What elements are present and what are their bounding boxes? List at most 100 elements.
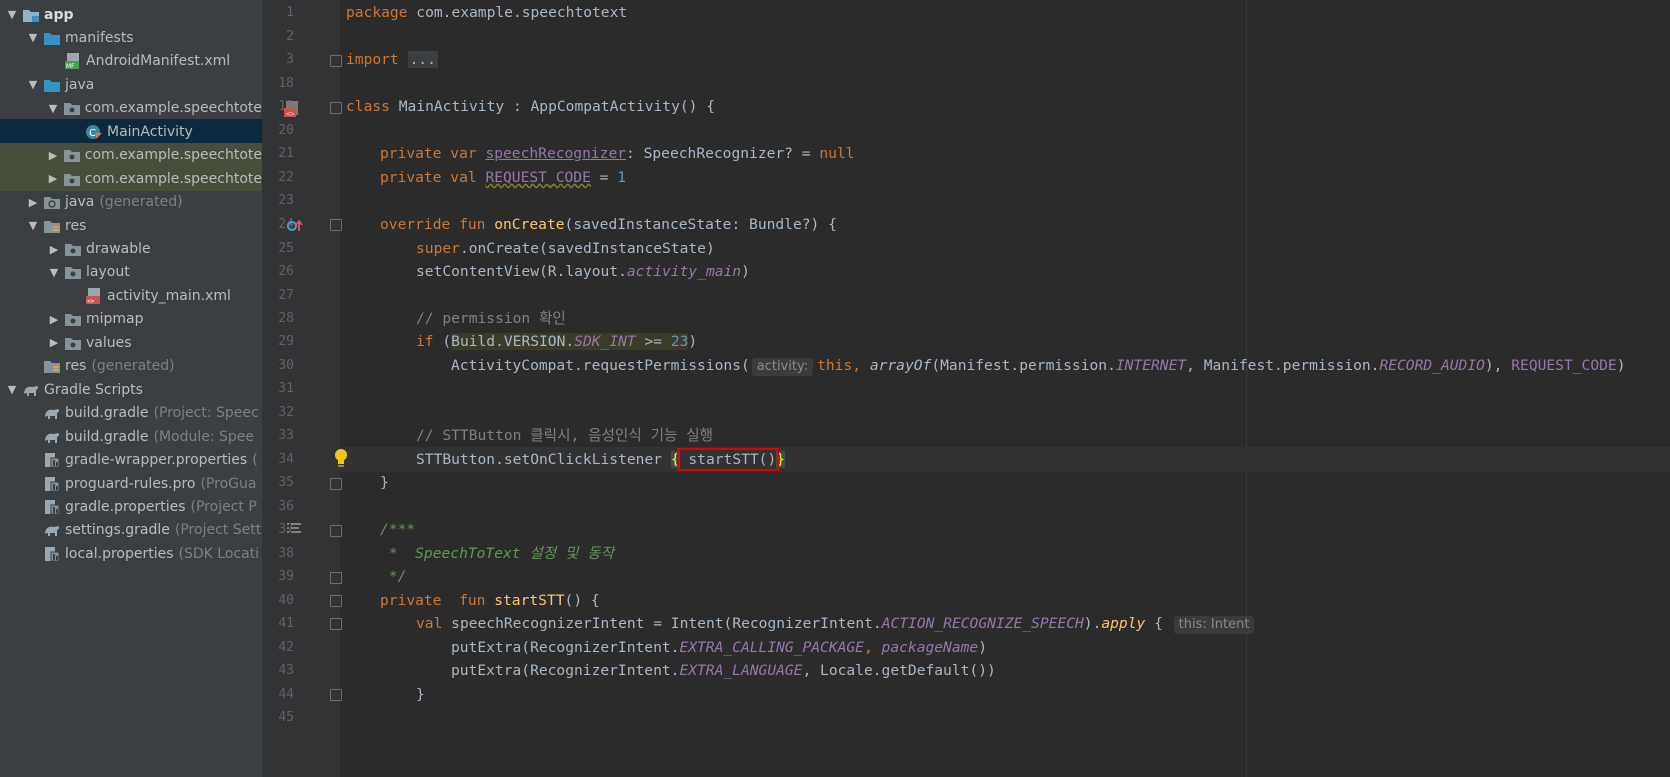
tree-item[interactable]: ▶ com.example.speechtote [0, 142, 262, 168]
tree-item[interactable]: <> activity_main.xml [0, 283, 262, 308]
code-line-24: override fun onCreate(savedInstanceState… [380, 212, 837, 237]
code-token: ( [442, 333, 452, 350]
doc-render-icon[interactable] [285, 521, 303, 537]
tree-item[interactable]: C MainActivity [0, 119, 262, 145]
tree-item[interactable]: ▶ mipmap [0, 307, 262, 332]
tree-item-label: local.properties [65, 545, 174, 562]
fold-marker[interactable] [330, 572, 342, 584]
expand-right-icon[interactable]: ▶ [45, 172, 61, 185]
expand-right-icon[interactable]: ▶ [46, 243, 62, 256]
tree-item[interactable]: build.gradle (Project: Speec [0, 401, 262, 426]
fold-marker[interactable] [330, 689, 342, 701]
code-token: ) [741, 263, 750, 280]
tree-item[interactable]: proguard-rules.pro (ProGua [0, 471, 262, 496]
tree-item-label: res [65, 217, 87, 234]
tree-item-suffix: (SDK Locati [178, 545, 260, 562]
tree-item-suffix: (Project: Speec [153, 405, 259, 422]
code-line-29: if (Build.VERSION.SDK_INT >= 23) [416, 329, 697, 354]
keyword-token: package [346, 4, 408, 21]
tree-item[interactable]: gradle.properties (Project P [0, 494, 262, 519]
expand-right-icon[interactable]: ▶ [46, 336, 62, 349]
tree-item-label: drawable [86, 241, 151, 257]
line-number: 21 [278, 146, 294, 161]
res-folder-icon [43, 358, 61, 374]
tree-item-label: java [65, 76, 95, 93]
fold-marker[interactable] [330, 525, 342, 537]
kotlin-class-icon: C [85, 124, 103, 140]
fold-marker[interactable] [330, 55, 342, 67]
line-number: 29 [278, 334, 294, 349]
tree-item-label: AndroidManifest.xml [86, 53, 231, 70]
expand-right-icon[interactable]: ▶ [46, 313, 62, 326]
tree-item[interactable]: build.gradle (Module: Spee [0, 424, 262, 449]
tree-item[interactable]: local.properties (SDK Locati [0, 541, 262, 566]
doc-comment-token: * SpeechToText 설정 및 동작 [380, 545, 615, 562]
tree-item-label: com.example.speechtote [84, 147, 262, 164]
parameter-hint: activity: [751, 358, 814, 376]
tree-item[interactable]: ▼ manifests [0, 25, 262, 50]
start-stt-call[interactable]: startSTT() [680, 451, 776, 468]
tree-item[interactable]: ▶ drawable [0, 237, 262, 262]
tree-item[interactable]: ▼ res [0, 213, 262, 238]
tree-item-suffix: (generated) [99, 194, 183, 211]
fold-marker[interactable] [330, 102, 342, 114]
expand-down-icon[interactable]: ▼ [25, 78, 41, 91]
fold-marker[interactable] [330, 478, 342, 490]
tree-item[interactable]: ▼ com.example.speechtote [0, 96, 262, 121]
line-number: 35 [278, 475, 294, 490]
override-marker-icon[interactable] [285, 216, 305, 236]
expand-right-icon[interactable]: ▶ [25, 196, 41, 209]
code-line-35: } [380, 470, 389, 495]
tree-item-label: mipmap [86, 311, 144, 328]
code-line-34: STTButton.setOnClickListener { startSTT(… [416, 447, 786, 472]
expand-right-icon[interactable]: ▶ [45, 149, 61, 162]
folder-icon [43, 30, 61, 46]
tree-item[interactable]: ▶ java (generated) [0, 190, 262, 215]
tree-item-suffix: (generated) [91, 358, 175, 375]
svg-text:C: C [89, 128, 96, 139]
line-number: 22 [278, 170, 294, 185]
expand-down-icon[interactable]: ▼ [25, 219, 41, 232]
property-token: EXTRA_CALLING_PACKAGE [679, 639, 864, 656]
tree-item-suffix: (ProGua [200, 475, 257, 492]
code-token: (savedInstanceState: Bundle?) { [564, 216, 837, 233]
tree-item[interactable]: ▼ app [0, 2, 262, 27]
expand-down-icon[interactable]: ▼ [4, 8, 20, 21]
tree-item[interactable]: res (generated) [0, 354, 262, 379]
line-number: 27 [278, 288, 294, 303]
fold-marker[interactable] [330, 219, 342, 231]
lightbulb-icon[interactable] [332, 447, 350, 469]
expand-down-icon[interactable]: ▼ [45, 102, 61, 115]
expand-down-icon[interactable]: ▼ [4, 383, 20, 396]
number-token: 23 [670, 333, 689, 350]
expand-down-icon[interactable]: ▼ [25, 31, 41, 44]
tree-item[interactable]: settings.gradle (Project Sett [0, 518, 262, 543]
tree-item[interactable]: gradle-wrapper.properties( [0, 448, 262, 473]
code-token: ) [978, 639, 987, 656]
package-icon [64, 264, 82, 280]
code-line-1: package com.example.speechtotext [346, 0, 627, 25]
tree-item[interactable]: MF AndroidManifest.xml [0, 49, 262, 74]
keyword-token: private var [380, 145, 486, 162]
tree-item[interactable]: ▼ Gradle Scripts [0, 377, 262, 402]
code-token: .onCreate(savedInstanceState) [459, 240, 715, 257]
tree-item-label: build.gradle [65, 428, 149, 445]
tree-item[interactable]: ▼ java [0, 72, 262, 97]
fold-marker[interactable] [330, 618, 342, 630]
tree-item[interactable]: ▶ values [0, 330, 262, 355]
tree-item[interactable]: ▶ com.example.speechtote [0, 166, 262, 192]
folded-imports[interactable]: ... [407, 51, 438, 68]
comment-token: // permission 확인 [416, 310, 566, 327]
keyword-token: private val [380, 169, 486, 186]
code-token: } [416, 686, 425, 703]
tree-item-label: gradle.properties [65, 498, 186, 515]
expand-down-icon[interactable]: ▼ [46, 266, 62, 279]
module-folder-icon [22, 7, 40, 23]
code-token: ) [1616, 357, 1626, 374]
layout-preview-icon[interactable]: <> [283, 98, 303, 118]
fold-marker[interactable] [330, 595, 342, 607]
tree-item[interactable]: ▼ layout [0, 260, 262, 285]
property-token: packageName [881, 639, 979, 656]
tree-item-suffix: ( [252, 452, 258, 469]
property-token: INTERNET [1115, 357, 1187, 374]
